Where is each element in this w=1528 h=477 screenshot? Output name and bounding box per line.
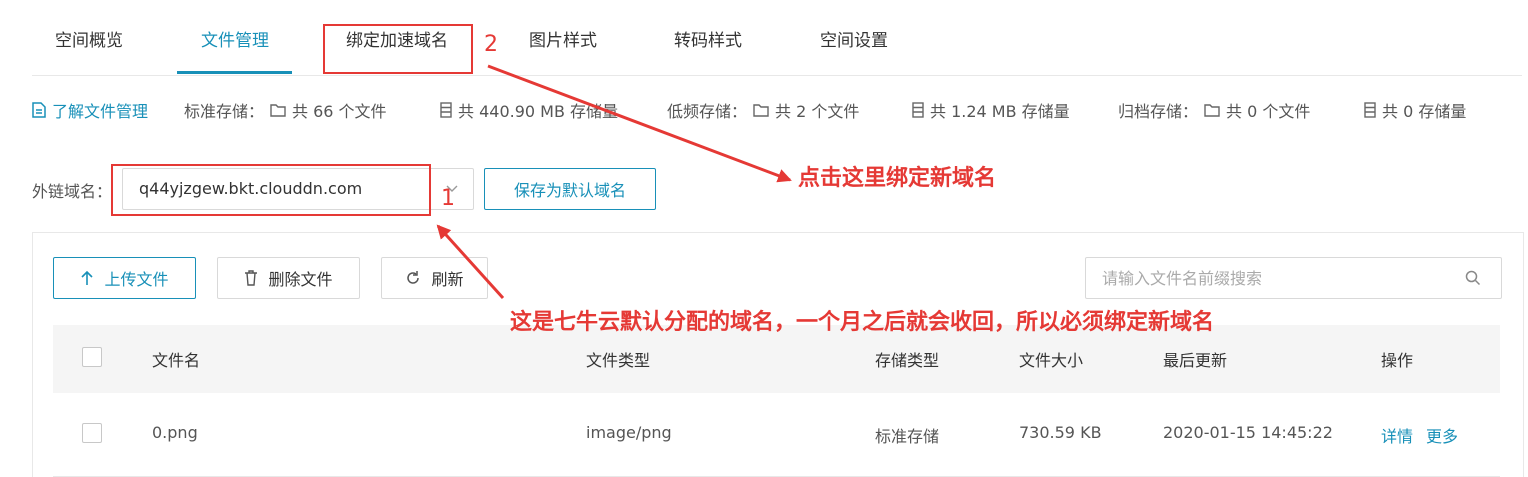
- annotation-text-bind: 点击这里绑定新域名: [798, 166, 997, 191]
- domain-label: 外链域名：: [32, 182, 113, 201]
- standard-file-count: 共 66 个文件: [292, 102, 387, 121]
- archive-file-count: 共 0 个文件: [1226, 102, 1311, 121]
- low-size: 共 1.24 MB 存储量: [930, 102, 1070, 121]
- low-storage-stat: 低频存储： 共 2 个文件: [667, 98, 859, 122]
- refresh-icon: [407, 271, 420, 284]
- refresh-button-label: 刷新: [431, 270, 464, 289]
- cell-storage-type: 标准存储: [875, 427, 940, 446]
- header-file-type: 文件类型: [586, 351, 651, 370]
- arrow-to-bind-tab: [487, 64, 792, 183]
- upload-button-label: 上传文件: [104, 270, 169, 289]
- low-file-count: 共 2 个文件: [775, 102, 860, 121]
- top-tabs: 空间概览 文件管理 绑定加速域名 图片样式 转码样式 空间设置: [32, 0, 1522, 76]
- annotation-box-domain: [111, 164, 431, 216]
- annotation-text-default-domain: 这是七牛云默认分配的域名，一个月之后就会收回，所以必须绑定新域名: [510, 310, 1215, 335]
- folder-icon: [1204, 104, 1220, 117]
- annotation-number-1: 1: [441, 186, 455, 211]
- tab-space-settings[interactable]: 空间设置: [817, 26, 891, 76]
- trash-icon: [245, 270, 258, 286]
- tab-file-management[interactable]: 文件管理: [190, 26, 280, 76]
- annotation-box-bind-tab: [323, 24, 473, 74]
- learn-link-label[interactable]: 了解文件管理: [52, 98, 148, 122]
- refresh-button[interactable]: 刷新: [381, 257, 488, 299]
- header-file-name[interactable]: 文件名: [152, 347, 200, 371]
- database-icon: [440, 102, 452, 118]
- cell-last-updated: 2020-01-15 14:45:22: [1163, 423, 1333, 442]
- archive-size: 共 0 存储量: [1382, 102, 1467, 121]
- table-row: 0.png image/png 标准存储 730.59 KB 2020-01-1…: [53, 393, 1500, 477]
- detail-link[interactable]: 详情: [1381, 423, 1413, 447]
- low-size-stat: 共 1.24 MB 存储量: [912, 98, 1070, 122]
- active-tab-indicator: [177, 71, 292, 74]
- header-actions: 操作: [1381, 351, 1414, 370]
- archive-storage-stat: 归档存储： 共 0 个文件: [1118, 98, 1310, 122]
- folder-icon: [753, 104, 769, 117]
- cell-file-name: 0.png: [152, 423, 198, 442]
- folder-icon: [270, 104, 286, 117]
- cell-file-size: 730.59 KB: [1019, 423, 1102, 442]
- header-file-size[interactable]: 文件大小: [1019, 347, 1083, 371]
- standard-storage-label: 标准存储：: [184, 102, 265, 121]
- annotation-number-2: 2: [484, 32, 498, 57]
- archive-storage-label: 归档存储：: [1118, 102, 1199, 121]
- learn-file-management-link[interactable]: 了解文件管理: [32, 98, 148, 122]
- arrow-up-icon: [81, 270, 94, 285]
- tab-transcode-style[interactable]: 转码样式: [671, 26, 745, 76]
- low-storage-label: 低频存储：: [667, 102, 748, 121]
- tab-image-style[interactable]: 图片样式: [526, 26, 600, 76]
- select-all-checkbox[interactable]: [82, 347, 102, 367]
- header-last-updated[interactable]: 最后更新: [1163, 347, 1227, 371]
- standard-size-stat: 共 440.90 MB 存储量: [440, 98, 618, 122]
- delete-button[interactable]: 删除文件: [217, 257, 360, 299]
- standard-size: 共 440.90 MB 存储量: [458, 102, 619, 121]
- standard-storage-stat: 标准存储： 共 66 个文件: [184, 98, 387, 122]
- header-storage-type: 存储类型: [875, 351, 940, 370]
- more-link[interactable]: 更多: [1426, 423, 1458, 447]
- upload-button[interactable]: 上传文件: [53, 257, 196, 299]
- search-input[interactable]: [1086, 258, 1426, 298]
- database-icon: [1364, 102, 1376, 118]
- save-default-domain-button[interactable]: 保存为默认域名: [484, 168, 656, 210]
- search-icon[interactable]: [1465, 270, 1481, 286]
- delete-button-label: 删除文件: [268, 270, 333, 289]
- search-box: [1085, 257, 1502, 299]
- document-icon: [32, 102, 46, 118]
- tab-space-overview[interactable]: 空间概览: [52, 26, 126, 76]
- archive-size-stat: 共 0 存储量: [1364, 98, 1466, 122]
- cell-file-type: image/png: [586, 423, 672, 442]
- database-icon: [912, 102, 924, 118]
- row-checkbox[interactable]: [82, 423, 102, 443]
